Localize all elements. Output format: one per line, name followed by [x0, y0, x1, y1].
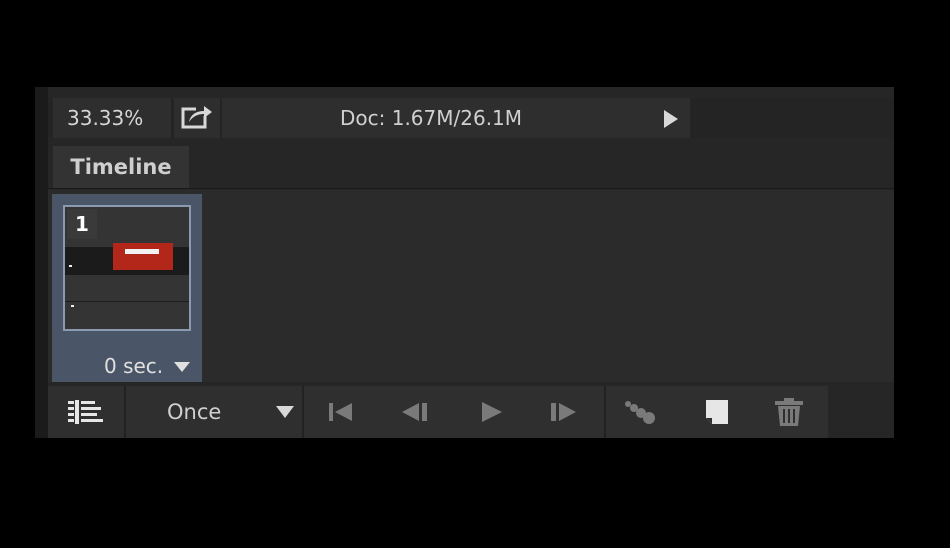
- first-frame-icon: [329, 403, 352, 421]
- tab-timeline[interactable]: Timeline: [53, 146, 189, 188]
- frame-thumbnail: 1: [63, 205, 191, 331]
- export-icon: [181, 104, 212, 129]
- tween-button[interactable]: [610, 386, 672, 438]
- convert-to-video-timeline-button[interactable]: [48, 386, 124, 438]
- panel-tab-bar: Timeline: [48, 146, 894, 189]
- frame-delay[interactable]: 0 sec.: [104, 354, 163, 378]
- export-button[interactable]: [174, 98, 220, 138]
- thumbnail-line: [65, 301, 189, 302]
- next-frame-icon: [551, 403, 576, 421]
- loop-option-label: Once: [167, 400, 222, 424]
- trash-icon: [775, 398, 803, 426]
- previous-frame-icon: [402, 403, 427, 421]
- thumbnail-white-mark: [125, 249, 159, 254]
- panel-left-edge: [35, 87, 48, 438]
- separator: [302, 386, 304, 438]
- loop-options-select[interactable]: Once: [126, 386, 302, 438]
- play-arrow-icon[interactable]: [664, 110, 678, 128]
- thumbnail-dot: [71, 305, 74, 307]
- timeline-controls: Once: [48, 386, 828, 438]
- previous-frame-button[interactable]: [388, 386, 448, 438]
- first-frame-button[interactable]: [312, 386, 372, 438]
- animation-frame[interactable]: 1 0 sec.: [52, 194, 202, 382]
- document-size-text: Doc: 1.67M/26.1M: [340, 106, 523, 130]
- document-info-bar[interactable]: Doc: 1.67M/26.1M: [222, 98, 690, 138]
- frame-strip: 1 0 sec.: [48, 190, 894, 382]
- delete-frame-button[interactable]: [758, 386, 820, 438]
- duplicate-frame-button[interactable]: [688, 386, 748, 438]
- frame-number: 1: [67, 209, 97, 239]
- chevron-down-icon: [276, 406, 294, 418]
- next-frame-button[interactable]: [536, 386, 596, 438]
- thumbnail-dot: [69, 265, 72, 267]
- chevron-down-icon[interactable]: [174, 362, 190, 372]
- separator: [604, 386, 606, 438]
- tween-icon: [625, 401, 655, 424]
- duplicate-frame-icon: [706, 400, 728, 424]
- convert-to-video-timeline-icon: [68, 400, 103, 424]
- play-icon: [482, 402, 502, 422]
- thumbnail-red-block: [113, 243, 173, 270]
- zoom-level-field[interactable]: 33.33%: [53, 98, 171, 138]
- status-bar: 33.33% Doc: 1.67M/26.1M: [48, 98, 894, 138]
- play-button[interactable]: [462, 386, 522, 438]
